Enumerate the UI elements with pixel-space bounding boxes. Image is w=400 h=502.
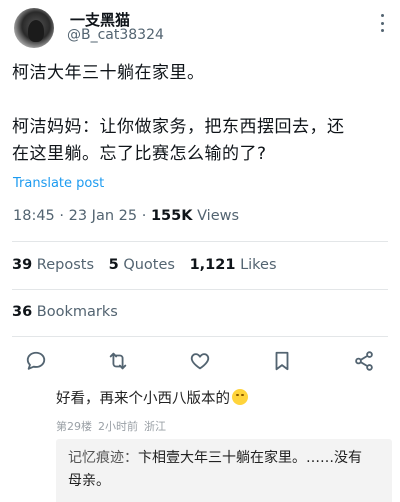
tweet-meta: 18:45 · 23 Jan 25 · 155K Views (13, 208, 240, 224)
tweet-text: 柯洁大年三十躺在家里。 柯洁妈妈：让你做家务，把东西摆回去，还 在这里躺。忘了比… (12, 60, 392, 168)
bookmark-icon[interactable] (270, 349, 294, 373)
engagement-stats: 39 Reposts 5 Quotes 1,121 Likes (12, 257, 287, 273)
bookmarks-stat[interactable]: 36 Bookmarks (12, 304, 118, 320)
quote-author[interactable]: 记忆痕迹： (68, 450, 138, 466)
divider (12, 336, 388, 337)
views-label: Views (197, 208, 240, 224)
tweet-line: 在这里躺。忘了比赛怎么输的了? (12, 144, 267, 164)
quotes-stat[interactable]: 5 Quotes (109, 257, 175, 273)
divider (12, 241, 388, 242)
share-icon[interactable] (352, 349, 376, 373)
comment-time: 2小时前 (98, 420, 138, 433)
action-bar (24, 349, 376, 373)
translate-post-link[interactable]: Translate post (13, 176, 104, 191)
comment-floor: 第29楼 (56, 420, 92, 433)
divider (12, 289, 388, 290)
tweet-line: 柯洁大年三十躺在家里。 (12, 63, 205, 83)
reply-panel: 好看，再来个小西八版本的 第29楼 2小时前 浙江 记忆痕迹：卞相壹大年三十躺在家里… (0, 379, 400, 502)
likes-stat[interactable]: 1,121 Likes (190, 257, 277, 273)
tweet-date[interactable]: 23 Jan 25 (69, 208, 137, 224)
comment-text: 好看，再来个小西八版本的 (56, 387, 248, 408)
reply-icon[interactable] (24, 349, 48, 373)
quote-text: 卞相壹大年三十躺在家里。……没有 (138, 450, 362, 466)
tweet-line: 柯洁妈妈：让你做家务，把东西摆回去，还 (12, 117, 345, 137)
quote-text-cont: 母亲。 (68, 473, 110, 489)
user-handle[interactable]: @B_cat38324 (67, 27, 164, 43)
comment-location: 浙江 (144, 420, 166, 433)
like-icon[interactable] (188, 349, 212, 373)
avatar[interactable] (14, 8, 54, 48)
grinning-face-emoji-icon (232, 389, 248, 405)
comment-meta: 第29楼 2小时前 浙江 (56, 418, 172, 434)
views-count: 155K (150, 208, 193, 224)
reposts-stat[interactable]: 39 Reposts (12, 257, 94, 273)
quoted-comment[interactable]: 记忆痕迹：卞相壹大年三十躺在家里。……没有 母亲。 (56, 439, 392, 502)
more-options-icon[interactable] (380, 14, 384, 32)
repost-icon[interactable] (106, 349, 130, 373)
tweet-time[interactable]: 18:45 (13, 208, 55, 224)
